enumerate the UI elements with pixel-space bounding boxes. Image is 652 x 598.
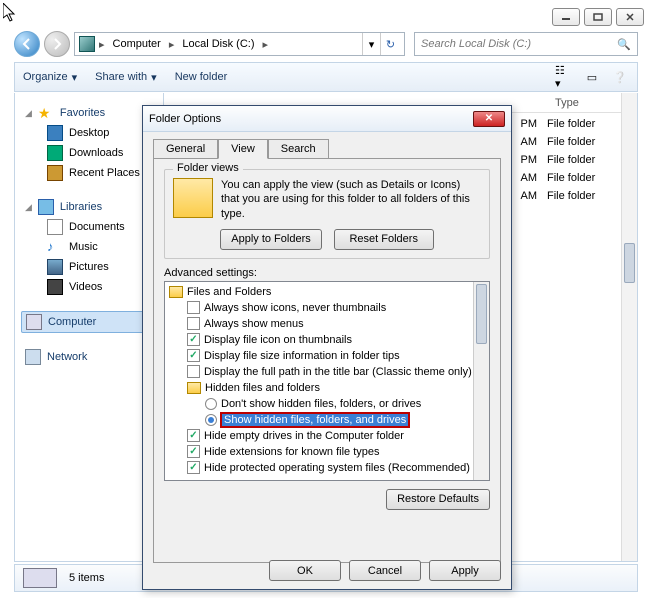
address-bar[interactable]: ▸ Computer ▸ Local Disk (C:) ▸ ▾ ↻ bbox=[74, 32, 405, 56]
help-button[interactable]: ❔ bbox=[611, 68, 629, 86]
network-header[interactable]: Network bbox=[21, 347, 157, 367]
navitem-music[interactable]: ♪Music bbox=[21, 237, 157, 257]
breadcrumb-localdisk[interactable]: Local Disk (C:) bbox=[176, 33, 260, 55]
tree-scrollbar[interactable] bbox=[473, 282, 489, 480]
newfolder-button[interactable]: New folder bbox=[175, 71, 228, 83]
recent-icon bbox=[47, 165, 63, 181]
view-options-button[interactable]: ☷ ▾ bbox=[555, 68, 573, 86]
documents-icon bbox=[47, 219, 63, 235]
back-button[interactable] bbox=[14, 31, 40, 57]
checkbox-icon[interactable]: ✓ bbox=[187, 461, 200, 474]
drive-icon bbox=[79, 36, 95, 52]
computer-header[interactable]: Computer bbox=[21, 311, 157, 333]
radio-icon[interactable] bbox=[205, 414, 217, 426]
preview-pane-button[interactable]: ▭ bbox=[583, 68, 601, 86]
star-icon: ★ bbox=[38, 105, 54, 121]
refresh-button[interactable]: ↻ bbox=[380, 33, 400, 55]
breadcrumb-computer[interactable]: Computer bbox=[107, 33, 167, 55]
folder-views-text: You can apply the view (such as Details … bbox=[221, 178, 481, 221]
checkbox-icon[interactable]: ✓ bbox=[187, 333, 200, 346]
opt-file-size-tips[interactable]: ✓Display file size information in folder… bbox=[167, 348, 487, 364]
minimize-button[interactable] bbox=[552, 8, 580, 26]
radio-icon[interactable] bbox=[205, 398, 217, 410]
opt-hide-extensions[interactable]: ✓Hide extensions for known file types bbox=[167, 444, 487, 460]
search-input[interactable]: Search Local Disk (C:) 🔍 bbox=[414, 32, 638, 56]
checkbox-icon[interactable] bbox=[187, 317, 200, 330]
computer-icon bbox=[26, 314, 42, 330]
navitem-documents[interactable]: Documents bbox=[21, 217, 157, 237]
apply-to-folders-button[interactable]: Apply to Folders bbox=[220, 229, 321, 250]
videos-icon bbox=[47, 279, 63, 295]
drive-icon bbox=[23, 568, 57, 588]
organize-menu[interactable]: Organize ▾ bbox=[23, 71, 77, 84]
network-icon bbox=[25, 349, 41, 365]
dialog-title: Folder Options bbox=[149, 113, 221, 125]
mouse-cursor-icon bbox=[3, 3, 17, 23]
folder-views-icon bbox=[173, 178, 213, 218]
maximize-button[interactable] bbox=[584, 8, 612, 26]
libraries-header[interactable]: ◢Libraries bbox=[21, 197, 157, 217]
reset-folders-button[interactable]: Reset Folders bbox=[334, 229, 434, 250]
downloads-icon bbox=[47, 145, 63, 161]
opt-show-hidden[interactable]: Show hidden files, folders, and drives bbox=[167, 412, 487, 428]
opt-file-icon-thumb[interactable]: ✓Display file icon on thumbnails bbox=[167, 332, 487, 348]
cancel-button[interactable]: Cancel bbox=[349, 560, 421, 581]
opt-hide-protected[interactable]: ✓Hide protected operating system files (… bbox=[167, 460, 487, 476]
opt-dont-show-hidden[interactable]: Don't show hidden files, folders, or dri… bbox=[167, 396, 487, 412]
close-button[interactable] bbox=[616, 8, 644, 26]
tree-files-and-folders[interactable]: Files and Folders bbox=[167, 284, 487, 300]
advanced-settings-tree[interactable]: Files and Folders Always show icons, nev… bbox=[164, 281, 490, 481]
opt-always-icons[interactable]: Always show icons, never thumbnails bbox=[167, 300, 487, 316]
navitem-recent[interactable]: Recent Places bbox=[21, 163, 157, 183]
search-placeholder: Search Local Disk (C:) bbox=[421, 38, 531, 50]
opt-always-menus[interactable]: Always show menus bbox=[167, 316, 487, 332]
checkbox-icon[interactable]: ✓ bbox=[187, 445, 200, 458]
search-icon: 🔍 bbox=[617, 38, 631, 51]
forward-button[interactable] bbox=[44, 31, 70, 57]
tab-search[interactable]: Search bbox=[268, 139, 329, 159]
folder-icon bbox=[169, 286, 183, 298]
breadcrumb-sep: ▸ bbox=[97, 38, 107, 51]
checkbox-icon[interactable] bbox=[187, 365, 200, 378]
navitem-videos[interactable]: Videos bbox=[21, 277, 157, 297]
ok-button[interactable]: OK bbox=[269, 560, 341, 581]
pictures-icon bbox=[47, 259, 63, 275]
opt-full-path[interactable]: Display the full path in the title bar (… bbox=[167, 364, 487, 380]
tab-view[interactable]: View bbox=[218, 139, 268, 159]
tab-general[interactable]: General bbox=[153, 139, 218, 159]
checkbox-icon[interactable]: ✓ bbox=[187, 349, 200, 362]
folder-icon bbox=[187, 382, 201, 394]
dialog-close-button[interactable]: ✕ bbox=[473, 111, 505, 127]
navitem-pictures[interactable]: Pictures bbox=[21, 257, 157, 277]
sharewith-menu[interactable]: Share with ▾ bbox=[95, 71, 157, 84]
tree-hidden-files[interactable]: Hidden files and folders bbox=[167, 380, 487, 396]
advanced-settings-label: Advanced settings: bbox=[164, 267, 490, 279]
folder-options-dialog: Folder Options ✕ General View Search Fol… bbox=[142, 105, 512, 590]
navitem-desktop[interactable]: Desktop bbox=[21, 123, 157, 143]
addressbar-dropdown[interactable]: ▾ bbox=[362, 33, 380, 55]
checkbox-icon[interactable] bbox=[187, 301, 200, 314]
libraries-icon bbox=[38, 199, 54, 215]
opt-hide-empty-drives[interactable]: ✓Hide empty drives in the Computer folde… bbox=[167, 428, 487, 444]
desktop-icon bbox=[47, 125, 63, 141]
favorites-header[interactable]: ◢★Favorites bbox=[21, 103, 157, 123]
item-count: 5 items bbox=[69, 572, 104, 584]
music-icon: ♪ bbox=[47, 239, 63, 255]
scrollbar-thumb[interactable] bbox=[624, 243, 635, 283]
vertical-scrollbar[interactable] bbox=[621, 93, 637, 561]
scrollbar-thumb[interactable] bbox=[476, 284, 487, 344]
restore-defaults-button[interactable]: Restore Defaults bbox=[386, 489, 490, 510]
checkbox-icon[interactable]: ✓ bbox=[187, 429, 200, 442]
navitem-downloads[interactable]: Downloads bbox=[21, 143, 157, 163]
apply-button[interactable]: Apply bbox=[429, 560, 501, 581]
folder-views-legend: Folder views bbox=[173, 162, 243, 174]
